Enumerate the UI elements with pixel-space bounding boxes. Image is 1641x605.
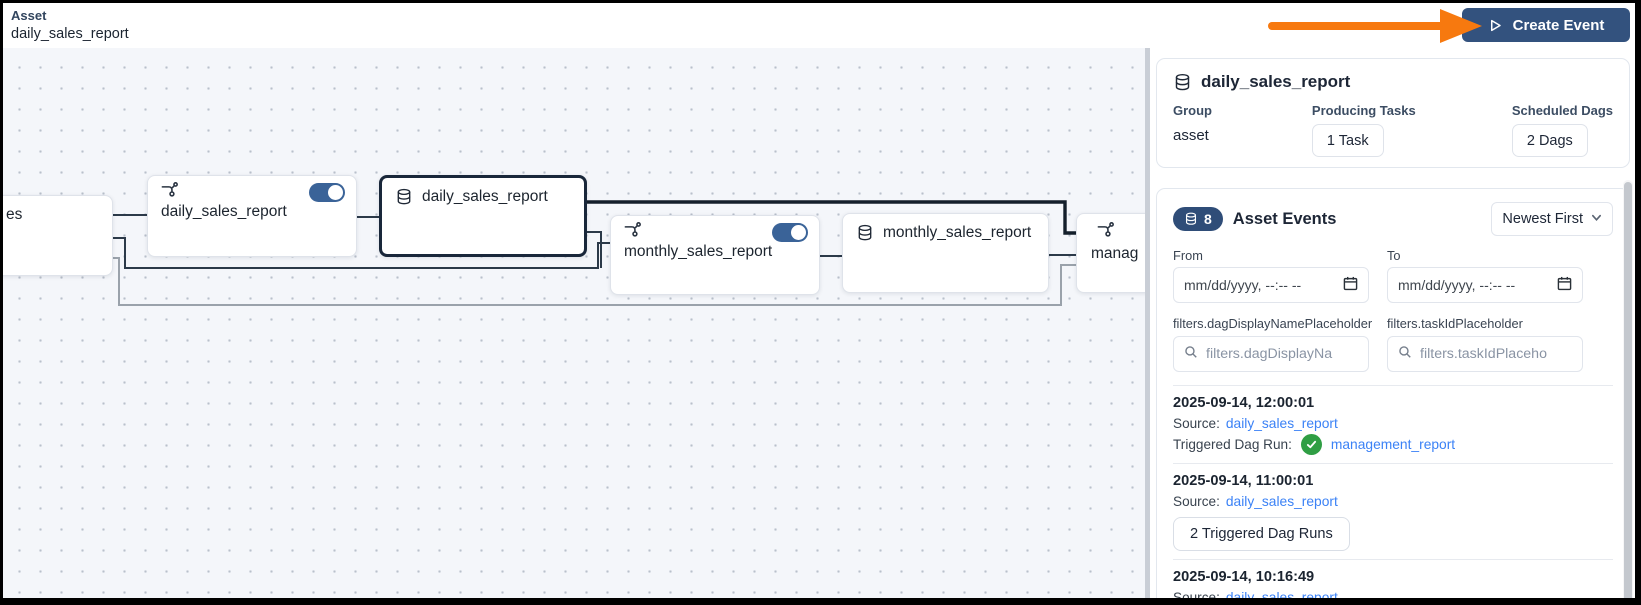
create-event-button[interactable]: Create Event <box>1462 8 1630 42</box>
graph-node-dag-clipped-right[interactable]: manag <box>1076 213 1145 293</box>
app-window: Asset daily_sales_report Create Event es <box>3 3 1635 598</box>
asset-graph-canvas[interactable]: es daily_sales_report daily_sales_report <box>3 48 1145 598</box>
node-label: monthly_sales_report <box>883 224 1032 241</box>
scheduled-dags-label: Scheduled Dags <box>1511 103 1613 118</box>
graph-node-asset-daily-sales-report[interactable]: daily_sales_report <box>379 175 587 257</box>
triggered-dag-runs-button[interactable]: 2 Triggered Dag Runs <box>1173 517 1350 551</box>
calendar-icon[interactable] <box>1343 276 1358 294</box>
asset-event-item: 2025-09-14, 11:00:01 Source: daily_sales… <box>1173 463 1613 559</box>
sort-order-value: Newest First <box>1502 211 1583 227</box>
play-icon <box>1488 18 1503 33</box>
asset-summary-card: daily_sales_report Group asset Producing… <box>1156 58 1630 168</box>
graph-edges <box>113 200 1076 306</box>
source-label: Source: <box>1173 416 1220 431</box>
graph-node-dag-daily-sales-report[interactable]: daily_sales_report <box>147 175 357 257</box>
task-filter-input-wrap[interactable] <box>1387 336 1583 372</box>
node-label: daily_sales_report <box>422 188 548 205</box>
source-link[interactable]: daily_sales_report <box>1226 492 1338 511</box>
node-label: es <box>6 206 23 223</box>
annotation-arrow <box>1268 9 1482 43</box>
asset-event-item: 2025-09-14, 10:16:49 Source: daily_sales… <box>1173 559 1613 598</box>
dag-pause-toggle[interactable] <box>772 223 808 242</box>
dag-icon <box>161 182 178 199</box>
source-label: Source: <box>1173 494 1220 509</box>
triggered-dag-run-label: Triggered Dag Run: <box>1173 437 1292 452</box>
dag-filter-label: filters.dagDisplayNamePlaceholder <box>1173 316 1373 331</box>
producing-tasks-label: Producing Tasks <box>1311 103 1416 118</box>
create-event-label: Create Event <box>1512 16 1605 34</box>
group-value: asset <box>1173 127 1209 144</box>
breadcrumb-asset-label: Asset <box>11 8 47 23</box>
scheduled-dags-button[interactable]: 2 Dags <box>1511 124 1588 157</box>
chevron-down-icon <box>1591 211 1602 227</box>
group-label: Group <box>1173 103 1212 118</box>
dag-icon <box>624 222 641 239</box>
scrollbar-thumb[interactable] <box>1624 182 1632 598</box>
node-label: monthly_sales_report <box>624 243 773 260</box>
header: Asset daily_sales_report Create Event <box>3 3 1635 48</box>
asset-events-title: Asset Events <box>1232 209 1337 228</box>
from-label: From <box>1173 248 1203 263</box>
source-link[interactable]: daily_sales_report <box>1226 588 1338 598</box>
graph-node-asset-monthly-sales-report[interactable]: monthly_sales_report <box>842 213 1049 293</box>
source-label: Source: <box>1173 590 1220 598</box>
screenshot-frame: Asset daily_sales_report Create Event es <box>0 0 1641 605</box>
success-status-icon <box>1300 434 1322 455</box>
calendar-icon[interactable] <box>1557 276 1572 294</box>
event-timestamp: 2025-09-14, 10:16:49 <box>1173 569 1315 585</box>
from-datetime-input[interactable]: mm/dd/yyyy, --:-- -- <box>1173 267 1369 303</box>
graph-node-clipped-left[interactable]: es <box>3 195 113 276</box>
node-label: manag <box>1091 245 1139 262</box>
asset-event-list: 2025-09-14, 12:00:01 Source: daily_sales… <box>1173 385 1613 598</box>
event-timestamp: 2025-09-14, 11:00:01 <box>1173 473 1314 489</box>
asset-name: daily_sales_report <box>1201 72 1351 91</box>
database-icon <box>1173 73 1191 91</box>
source-link[interactable]: daily_sales_report <box>1226 414 1338 433</box>
task-filter-label: filters.taskIdPlaceholder <box>1387 316 1523 331</box>
page-title: daily_sales_report <box>11 26 129 42</box>
triggered-dag-run-link[interactable]: management_report <box>1331 435 1455 454</box>
asset-events-card: 8 Asset Events Newest First From mm/dd/y… <box>1156 188 1630 598</box>
dag-filter-input[interactable] <box>1206 346 1356 362</box>
dag-icon <box>1097 222 1114 239</box>
asset-details-panel: daily_sales_report Group asset Producing… <box>1150 48 1635 598</box>
sort-order-select[interactable]: Newest First <box>1491 202 1613 236</box>
datetime-placeholder: mm/dd/yyyy, --:-- -- <box>1184 277 1302 293</box>
dag-pause-toggle[interactable] <box>309 183 345 202</box>
to-label: To <box>1387 248 1401 263</box>
database-icon <box>395 188 413 206</box>
search-icon <box>1184 345 1198 364</box>
asset-event-item: 2025-09-14, 12:00:01 Source: daily_sales… <box>1173 385 1613 463</box>
database-icon <box>1184 212 1198 226</box>
node-label: daily_sales_report <box>161 203 287 220</box>
event-count: 8 <box>1204 211 1212 227</box>
task-filter-input[interactable] <box>1420 346 1570 362</box>
event-timestamp: 2025-09-14, 12:00:01 <box>1173 395 1315 411</box>
database-icon <box>856 224 874 242</box>
datetime-placeholder: mm/dd/yyyy, --:-- -- <box>1398 277 1516 293</box>
toggle-knob <box>328 185 343 200</box>
graph-node-dag-monthly-sales-report[interactable]: monthly_sales_report <box>610 215 820 295</box>
event-count-badge: 8 <box>1173 207 1223 231</box>
producing-tasks-button[interactable]: 1 Task <box>1311 124 1384 157</box>
dag-filter-input-wrap[interactable] <box>1173 336 1369 372</box>
panel-scrollbar[interactable] <box>1623 180 1633 598</box>
to-datetime-input[interactable]: mm/dd/yyyy, --:-- -- <box>1387 267 1583 303</box>
search-icon <box>1398 345 1412 364</box>
toggle-knob <box>791 225 806 240</box>
